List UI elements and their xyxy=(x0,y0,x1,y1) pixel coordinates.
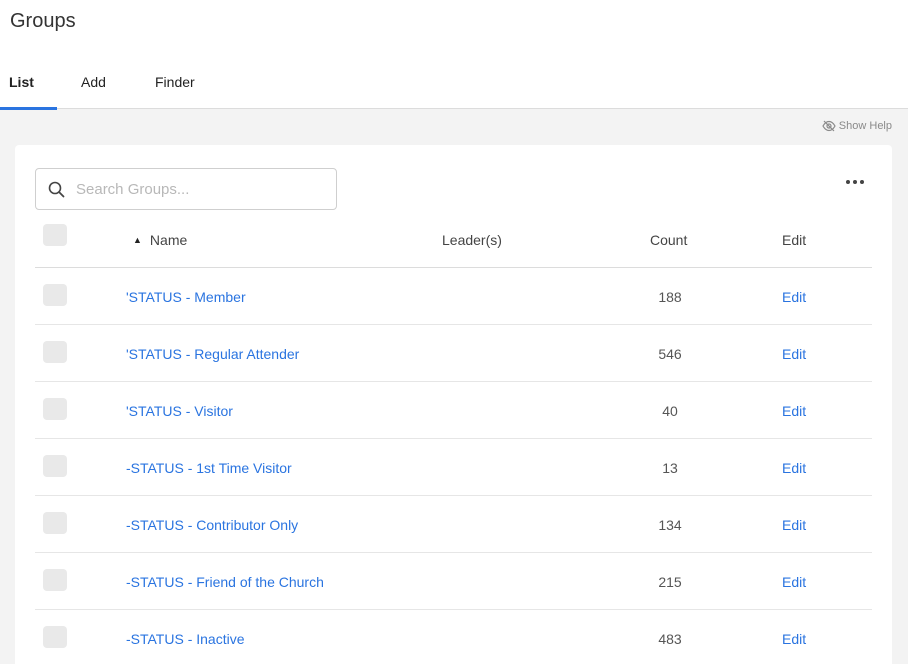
row-checkbox[interactable] xyxy=(43,284,67,306)
group-name-link[interactable]: -STATUS - Inactive xyxy=(126,631,245,647)
groups-table: ▲ Name Leader(s) Count Edit 'STATUS - Me… xyxy=(35,210,872,664)
page-title: Groups xyxy=(10,10,76,32)
row-checkbox[interactable] xyxy=(43,341,67,363)
table-row: -STATUS - 1st Time Visitor 13 Edit xyxy=(35,439,872,496)
table-row: 'STATUS - Visitor 40 Edit xyxy=(35,382,872,439)
group-count: 188 xyxy=(658,289,682,305)
edit-link[interactable]: Edit xyxy=(782,403,806,419)
row-checkbox[interactable] xyxy=(43,626,67,648)
row-checkbox[interactable] xyxy=(43,569,67,591)
edit-link[interactable]: Edit xyxy=(782,517,806,533)
tab-add[interactable]: Add xyxy=(81,70,131,109)
group-count: 546 xyxy=(658,346,682,362)
column-header-count: Count xyxy=(650,232,688,248)
column-header-leaders: Leader(s) xyxy=(442,232,502,248)
sort-ascending-icon: ▲ xyxy=(133,235,142,245)
search-box xyxy=(35,168,337,210)
search-input[interactable] xyxy=(76,180,326,198)
group-name-link[interactable]: -STATUS - 1st Time Visitor xyxy=(126,460,292,476)
select-all-checkbox[interactable] xyxy=(43,224,67,246)
groups-card: ▲ Name Leader(s) Count Edit 'STATUS - Me… xyxy=(15,145,892,664)
table-row: -STATUS - Inactive 483 Edit xyxy=(35,610,872,664)
tab-list[interactable]: List xyxy=(0,70,57,110)
show-help-toggle[interactable]: Show Help xyxy=(822,120,892,132)
row-checkbox[interactable] xyxy=(43,455,67,477)
table-row: -STATUS - Friend of the Church 215 Edit xyxy=(35,553,872,610)
group-name-link[interactable]: 'STATUS - Member xyxy=(126,289,246,305)
table-row: 'STATUS - Member 188 Edit xyxy=(35,268,872,325)
row-checkbox[interactable] xyxy=(43,398,67,420)
table-row: 'STATUS - Regular Attender 546 Edit xyxy=(35,325,872,382)
edit-link[interactable]: Edit xyxy=(782,460,806,476)
group-count: 134 xyxy=(658,517,682,533)
group-count: 215 xyxy=(658,574,682,590)
group-name-link[interactable]: 'STATUS - Visitor xyxy=(126,403,233,419)
group-name-link[interactable]: -STATUS - Friend of the Church xyxy=(126,574,324,590)
more-options-icon[interactable] xyxy=(844,175,866,189)
group-name-link[interactable]: 'STATUS - Regular Attender xyxy=(126,346,299,362)
edit-link[interactable]: Edit xyxy=(782,574,806,590)
show-help-label: Show Help xyxy=(838,120,892,132)
row-checkbox[interactable] xyxy=(43,512,67,534)
tab-finder[interactable]: Finder xyxy=(155,70,225,109)
column-header-edit: Edit xyxy=(782,232,807,248)
column-header-name-label: Name xyxy=(149,232,188,248)
group-count: 483 xyxy=(658,631,682,647)
column-header-name[interactable]: ▲ Name xyxy=(133,232,187,248)
group-count: 40 xyxy=(662,403,678,419)
search-icon xyxy=(36,181,76,198)
group-count: 13 xyxy=(662,460,678,476)
table-header: ▲ Name Leader(s) Count Edit xyxy=(35,210,872,268)
eye-slash-icon xyxy=(822,120,836,132)
edit-link[interactable]: Edit xyxy=(782,631,806,647)
page-header: Groups List Add Finder xyxy=(0,0,908,110)
edit-link[interactable]: Edit xyxy=(782,289,806,305)
table-row: -STATUS - Contributor Only 134 Edit xyxy=(35,496,872,553)
group-name-link[interactable]: -STATUS - Contributor Only xyxy=(126,517,298,533)
tab-bar: List Add Finder xyxy=(0,70,225,110)
edit-link[interactable]: Edit xyxy=(782,346,806,362)
